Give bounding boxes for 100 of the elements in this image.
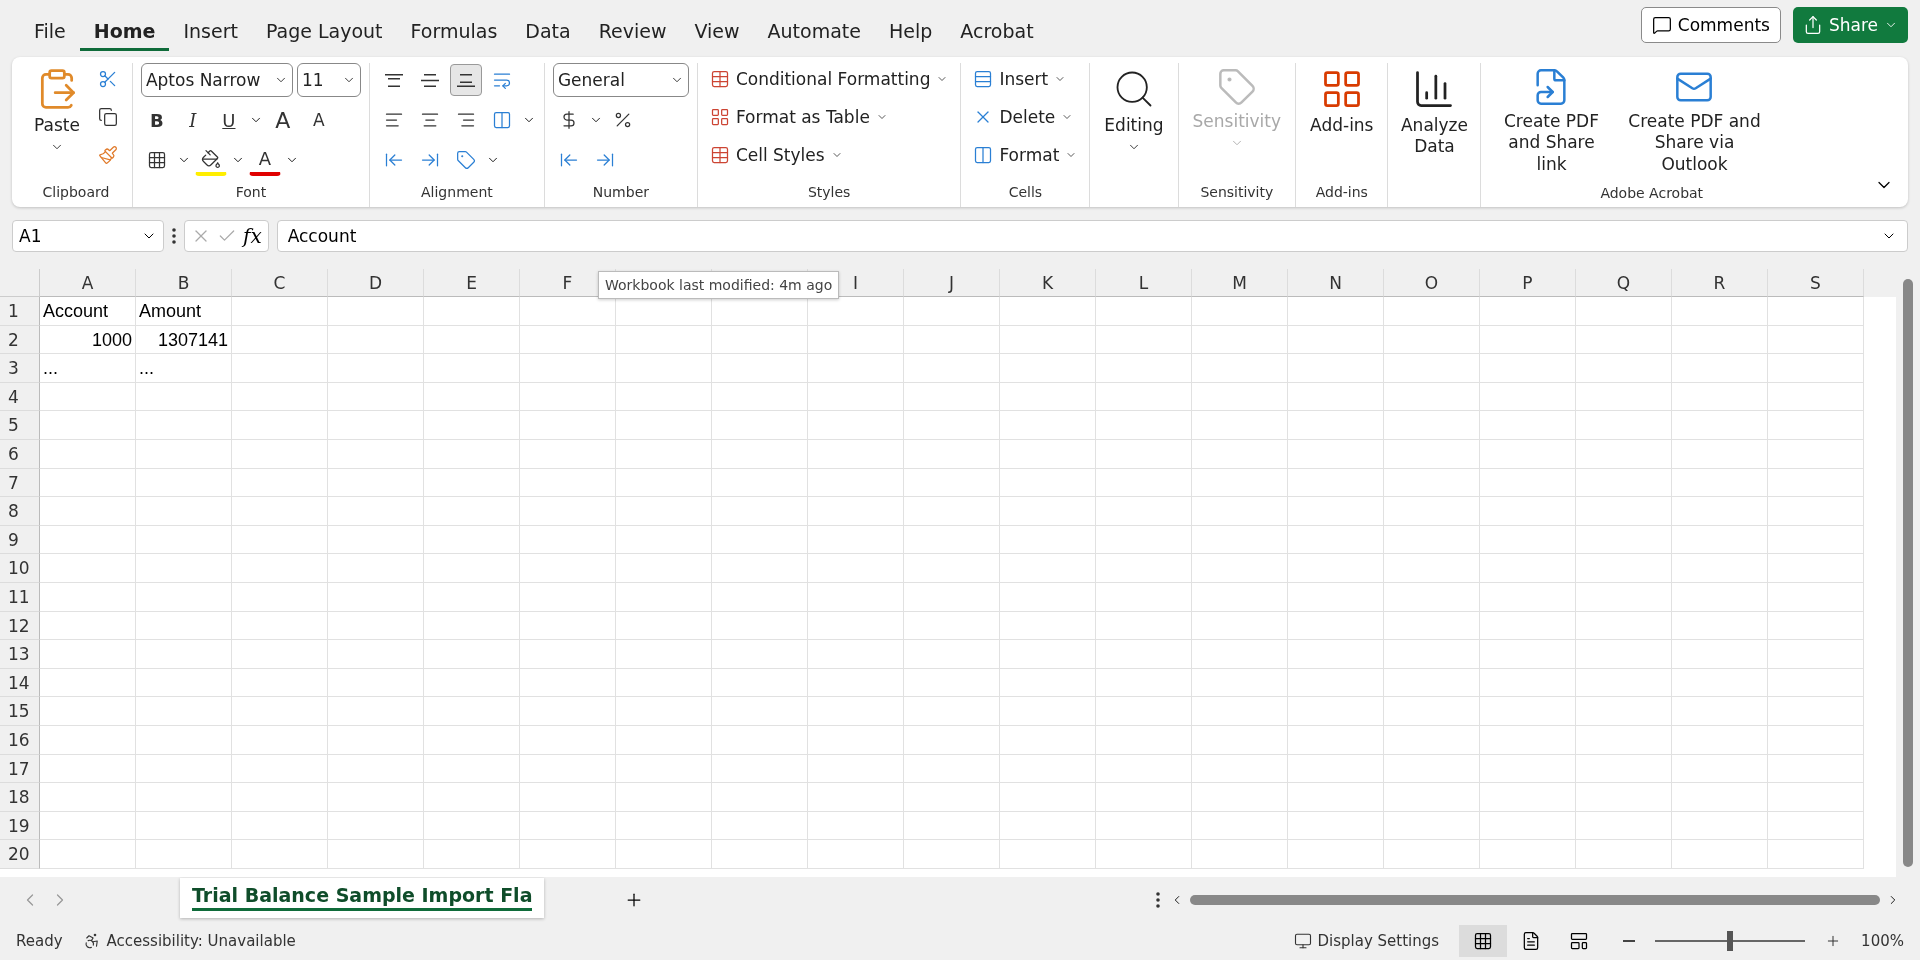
table-cell[interactable] [136, 840, 232, 869]
table-cell[interactable] [40, 525, 136, 555]
table-cell[interactable] [232, 840, 328, 869]
table-cell[interactable] [1000, 611, 1096, 641]
table-cell[interactable] [712, 840, 808, 869]
table-cell[interactable] [520, 411, 616, 440]
table-cell[interactable] [1768, 840, 1864, 869]
table-cell[interactable] [328, 439, 424, 469]
table-cell[interactable] [1672, 754, 1768, 784]
table-cell[interactable] [712, 411, 808, 440]
table-cell[interactable] [1000, 411, 1096, 440]
table-cell[interactable] [136, 725, 232, 755]
table-cell[interactable] [1192, 754, 1288, 784]
font-name-select[interactable]: Aptos Narrow [140, 63, 293, 97]
table-cell[interactable] [904, 297, 1000, 326]
table-cell[interactable] [712, 668, 808, 698]
table-cell[interactable] [904, 783, 1000, 812]
table-cell[interactable] [712, 640, 808, 669]
shrink-font-button[interactable]: A [302, 104, 335, 136]
table-cell[interactable] [1576, 725, 1672, 755]
table-cell[interactable] [808, 325, 904, 355]
table-cell[interactable]: Amount [136, 297, 232, 326]
table-cell[interactable] [1768, 754, 1864, 784]
row-header[interactable]: 4 [0, 382, 40, 412]
styles-menu-button[interactable]: Format as Table [705, 101, 953, 133]
table-cell[interactable] [1384, 840, 1480, 869]
table-cell[interactable] [1096, 411, 1192, 440]
table-cell[interactable] [424, 354, 520, 383]
table-cell[interactable] [424, 411, 520, 440]
create-pdf-button[interactable]: Create PDF and Share link [1489, 63, 1614, 179]
table-cell[interactable] [1288, 582, 1384, 612]
underline-button[interactable]: U [212, 104, 245, 136]
table-cell[interactable] [40, 411, 136, 440]
menu-tab[interactable]: Data [511, 20, 585, 51]
table-cell[interactable] [616, 325, 712, 355]
table-cell[interactable] [136, 697, 232, 726]
table-cell[interactable] [1384, 725, 1480, 755]
table-cell[interactable] [232, 640, 328, 669]
table-cell[interactable] [904, 554, 1000, 583]
table-cell[interactable] [1480, 754, 1576, 784]
table-cell[interactable] [1672, 525, 1768, 555]
row-header[interactable]: 9 [0, 525, 40, 555]
table-cell[interactable] [1576, 325, 1672, 355]
table-cell[interactable] [1672, 783, 1768, 812]
table-cell[interactable] [616, 840, 712, 869]
table-cell[interactable] [1672, 725, 1768, 755]
table-cell[interactable] [328, 582, 424, 612]
table-cell[interactable] [1576, 525, 1672, 555]
table-cell[interactable] [904, 754, 1000, 784]
table-cell[interactable] [712, 525, 808, 555]
table-cell[interactable] [1096, 582, 1192, 612]
table-cell[interactable] [904, 325, 1000, 355]
editing-button[interactable]: Editing [1098, 63, 1170, 159]
table-cell[interactable] [1384, 611, 1480, 641]
table-cell[interactable] [1768, 354, 1864, 383]
table-cell[interactable] [136, 611, 232, 641]
column-header[interactable]: C [232, 269, 328, 297]
table-cell[interactable] [232, 297, 328, 326]
table-cell[interactable] [40, 554, 136, 583]
table-cell[interactable] [232, 582, 328, 612]
table-cell[interactable] [40, 582, 136, 612]
table-cell[interactable] [808, 411, 904, 440]
table-cell[interactable] [1384, 354, 1480, 383]
table-cell[interactable] [424, 525, 520, 555]
table-cell[interactable] [1576, 754, 1672, 784]
table-cell[interactable] [1576, 640, 1672, 669]
row-header[interactable]: 20 [0, 840, 40, 869]
table-cell[interactable] [808, 640, 904, 669]
row-header[interactable]: 11 [0, 582, 40, 612]
table-cell[interactable] [1672, 697, 1768, 726]
table-cell[interactable] [808, 439, 904, 469]
italic-button[interactable]: I [176, 104, 209, 136]
row-header[interactable]: 16 [0, 725, 40, 755]
table-cell[interactable] [136, 525, 232, 555]
table-cell[interactable] [424, 611, 520, 641]
table-cell[interactable] [808, 668, 904, 698]
create-pdf-button[interactable]: Create PDF and Share via Outlook [1619, 63, 1770, 179]
table-cell[interactable] [904, 725, 1000, 755]
table-cell[interactable] [520, 640, 616, 669]
table-cell[interactable] [1192, 668, 1288, 698]
grow-font-button[interactable]: A [266, 104, 299, 136]
table-cell[interactable] [328, 754, 424, 784]
table-cell[interactable] [712, 325, 808, 355]
table-cell[interactable] [1192, 725, 1288, 755]
table-cell[interactable] [1672, 497, 1768, 526]
table-cell[interactable] [424, 668, 520, 698]
table-cell[interactable] [616, 582, 712, 612]
table-cell[interactable] [1288, 783, 1384, 812]
table-cell[interactable] [1000, 497, 1096, 526]
table-cell[interactable] [136, 754, 232, 784]
table-cell[interactable] [904, 525, 1000, 555]
table-cell[interactable] [424, 297, 520, 326]
table-cell[interactable] [520, 525, 616, 555]
display-settings-button[interactable]: Display Settings [1293, 932, 1440, 950]
view-button[interactable] [1459, 925, 1508, 957]
table-cell[interactable] [136, 554, 232, 583]
table-cell[interactable] [1288, 725, 1384, 755]
table-cell[interactable] [712, 354, 808, 383]
table-cell[interactable] [1384, 640, 1480, 669]
table-cell[interactable] [1288, 668, 1384, 698]
